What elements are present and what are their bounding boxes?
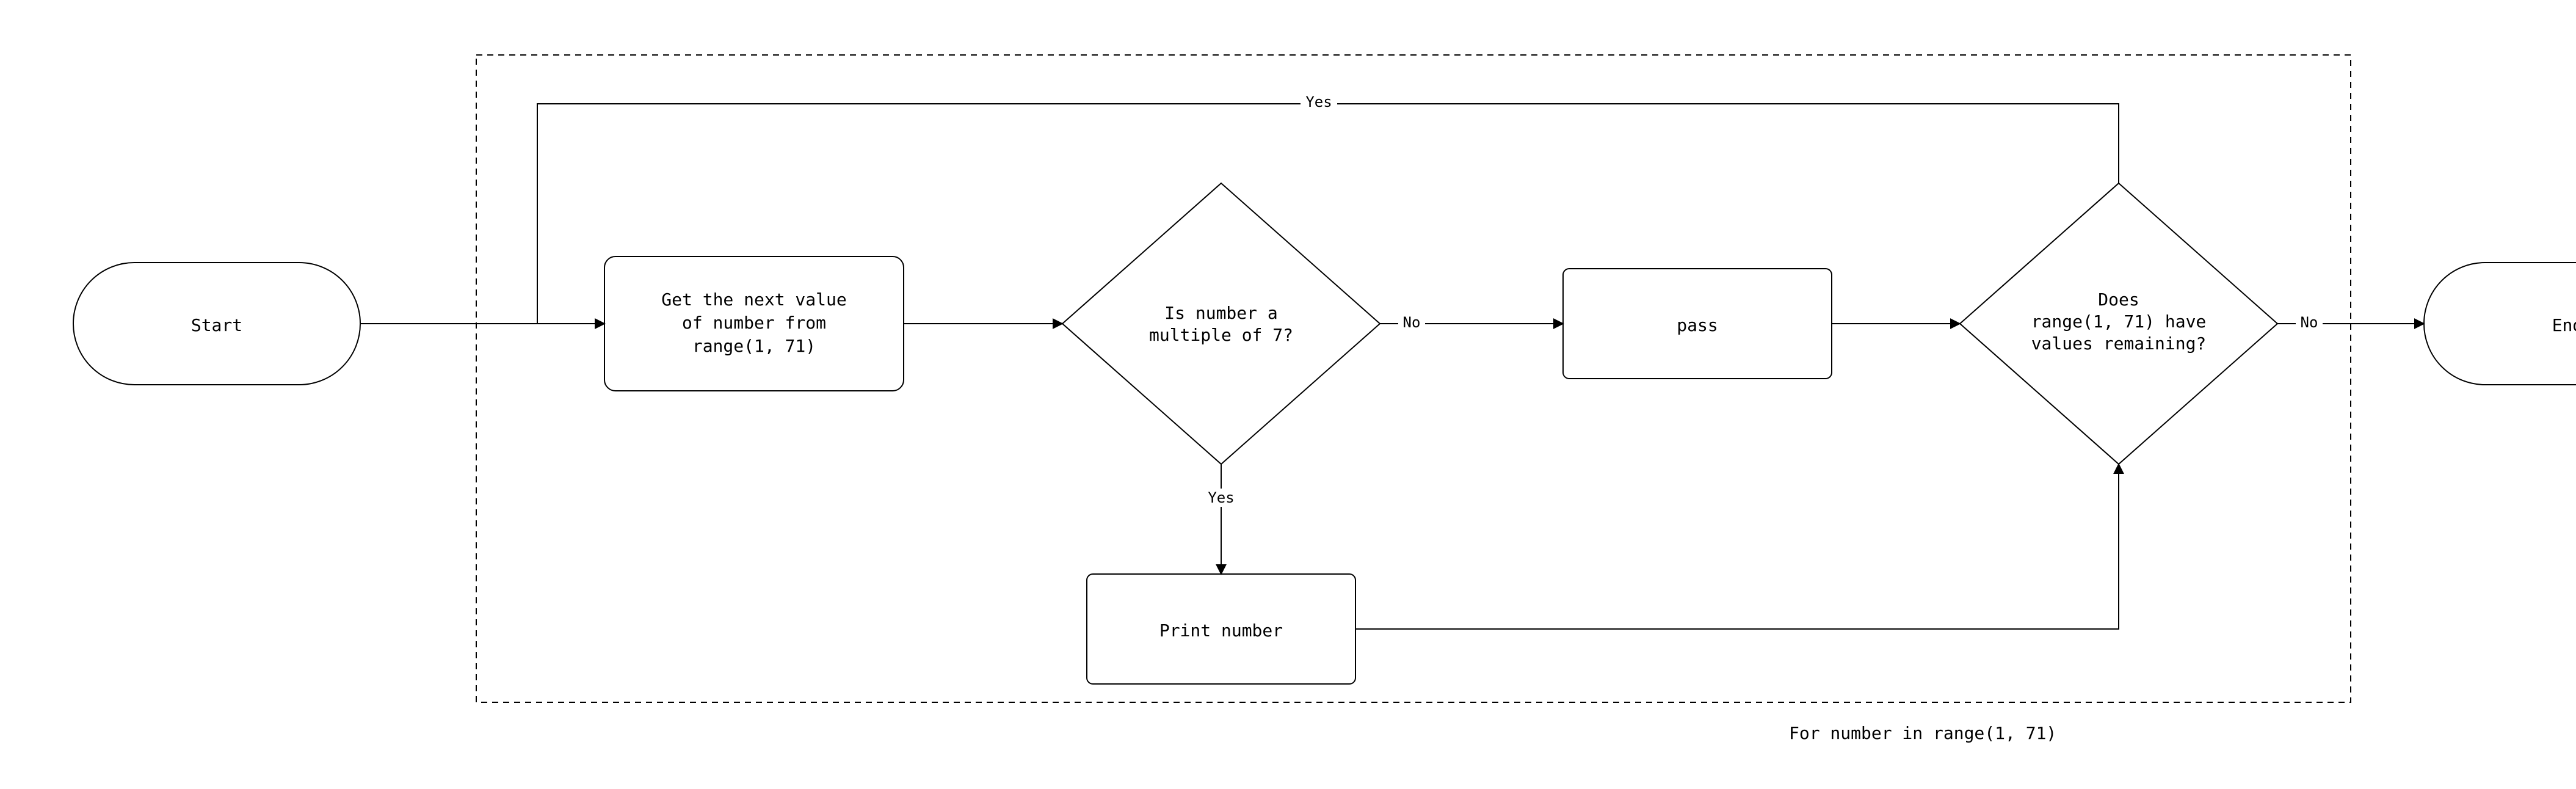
start-label: Start	[191, 315, 242, 335]
decision-multiple-of-7	[1062, 183, 1380, 464]
end-label: End	[2552, 315, 2576, 335]
edge-decision2-yes-label: Yes	[1305, 93, 1332, 111]
decision2-line3: values remaining?	[2031, 333, 2207, 354]
edge-decision1-no-label: No	[1403, 314, 1421, 331]
get-next-line1: Get the next value	[661, 289, 846, 310]
decision2-line1: Does	[2098, 289, 2139, 310]
decision1-line1: Is number a	[1164, 303, 1277, 323]
get-next-line3: range(1, 71)	[692, 336, 816, 356]
loop-caption: For number in range(1, 71)	[1789, 723, 2056, 743]
get-next-line2: of number from	[682, 313, 826, 333]
decision1-line2: multiple of 7?	[1149, 325, 1293, 345]
edge-decision2-no-label: No	[2301, 314, 2318, 331]
print-label: Print number	[1159, 620, 1283, 641]
edge-decision1-yes-label: Yes	[1208, 489, 1234, 506]
decision2-line2: range(1, 71) have	[2031, 311, 2207, 332]
edge-print-to-decision2	[1355, 464, 2119, 629]
pass-label: pass	[1677, 315, 1718, 335]
